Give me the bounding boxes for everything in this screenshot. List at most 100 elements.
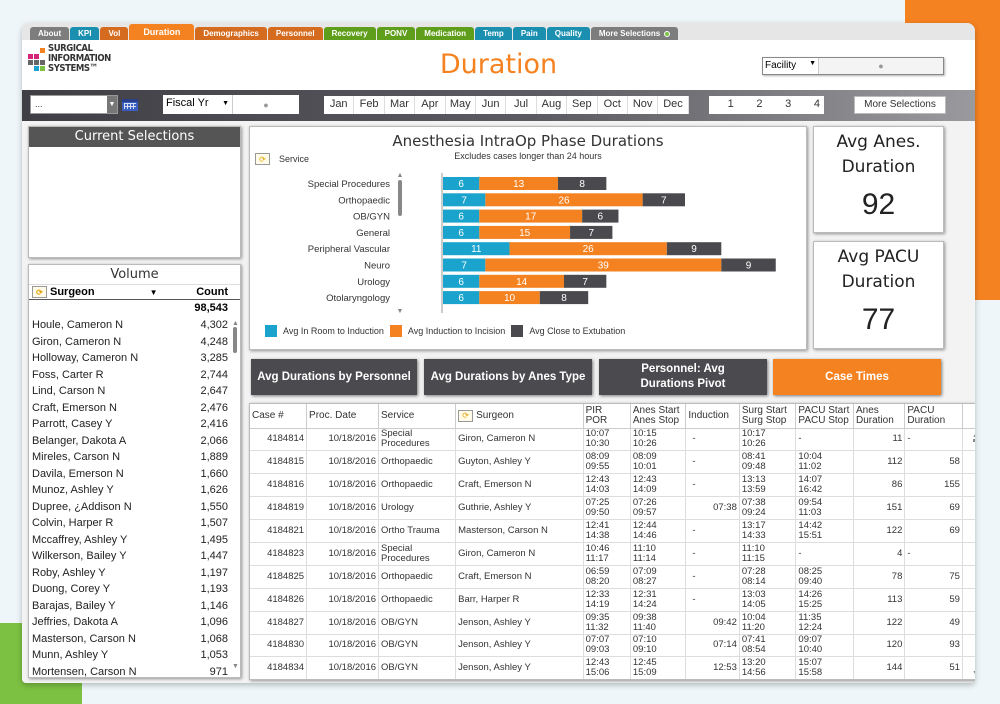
table-row[interactable]: 4184827 10/18/2016 OB/GYN Jenson, Ashley Y0… [250, 611, 975, 635]
tab-temp[interactable]: Temp [475, 27, 512, 40]
personnel-avg-durations-pivot-button[interactable]: Personnel: Avg Durations Pivot [599, 359, 767, 395]
table-row[interactable]: 4184821 10/18/2016 Ortho Trauma Masterson, … [250, 519, 975, 543]
volume-row[interactable]: Lind, Carson N 2,647 [29, 383, 240, 400]
column-header[interactable]: ⟳ Surgeon [455, 404, 584, 429]
category-label[interactable]: Orthopaedic [338, 195, 390, 206]
month-aug[interactable]: Aug [537, 96, 568, 114]
chart-scroll-down-icon[interactable]: ▼ [397, 308, 404, 315]
table-row[interactable]: 4184834 10/18/2016 OB/GYN Jenson, Ashley Y1… [250, 656, 975, 679]
dropdown-arrow-icon[interactable]: ▼ [809, 60, 816, 72]
volume-row[interactable]: Mortensen, Carson N 971 [29, 664, 240, 681]
column-header[interactable]: PIR POR [583, 404, 631, 429]
date-select[interactable]: ... ▼ [30, 95, 118, 114]
month-dec[interactable]: Dec [658, 96, 689, 114]
volume-scrollbar[interactable]: ▲ ▼ [232, 320, 239, 670]
count-column-header[interactable]: Count [196, 286, 228, 298]
scroll-up-icon[interactable]: ▲ [232, 320, 239, 327]
volume-row[interactable]: Colvin, Harper R 1,507 [29, 515, 240, 532]
category-label[interactable]: Neuro [364, 261, 390, 272]
volume-row[interactable]: Davila, Emerson N 1,660 [29, 466, 240, 483]
table-row[interactable]: 4184814 10/18/2016 Special Procedures Giron… [250, 428, 975, 452]
month-sep[interactable]: Sep [567, 96, 598, 114]
sort-arrow-icon[interactable]: ▼ [150, 288, 158, 297]
case-times-button[interactable]: Case Times [773, 359, 941, 395]
volume-row[interactable]: Wilkerson, Bailey Y 1,447 [29, 548, 240, 565]
calendar-icon[interactable] [122, 99, 138, 111]
quarter-1[interactable]: 1 [709, 96, 738, 114]
volume-row[interactable]: Masterson, Carson N 1,068 [29, 631, 240, 648]
volume-row[interactable]: Roby, Ashley Y 1,197 [29, 565, 240, 582]
month-jul[interactable]: Jul [506, 96, 537, 114]
volume-row[interactable]: Munn, Ashley Y 1,053 [29, 647, 240, 664]
column-header[interactable]: Proc. Date [306, 404, 380, 429]
tab-vol[interactable]: Vol [100, 27, 129, 40]
quarter-4[interactable]: 4 [795, 96, 824, 114]
fiscal-year-search[interactable]: ● [233, 95, 299, 114]
chart-scroll-thumb[interactable] [398, 180, 402, 216]
column-header[interactable]: Induction [685, 404, 740, 429]
dropdown-arrow-icon[interactable]: ▼ [107, 96, 117, 113]
volume-row[interactable]: Dupree, ¿Addison N 1,550 [29, 499, 240, 516]
tab-recovery[interactable]: Recovery [323, 27, 376, 40]
volume-row[interactable]: Barajas, Bailey Y 1,146 [29, 598, 240, 615]
fiscal-year-filter[interactable]: Fiscal Yr ▼ ● [163, 95, 299, 114]
tab-ponv[interactable]: PONV [376, 27, 416, 40]
facility-search[interactable]: ● [819, 58, 943, 74]
quarter-3[interactable]: 3 [767, 96, 796, 114]
tab-about[interactable]: About [30, 27, 70, 40]
volume-row[interactable]: Foss, Carter R 2,744 [29, 367, 240, 384]
volume-row[interactable]: Belanger, Dakota A 2,066 [29, 433, 240, 450]
scroll-up-icon[interactable]: ▲ [972, 432, 975, 439]
tab-kpi[interactable]: KPI [70, 27, 100, 40]
month-jan[interactable]: Jan [324, 96, 355, 114]
surgeon-column-header[interactable]: Surgeon [50, 286, 95, 298]
table-row[interactable]: 4184830 10/18/2016 OB/GYN Jenson, Ashley Y0… [250, 634, 975, 658]
volume-row[interactable]: Houle, Cameron N 4,302 [29, 317, 240, 334]
month-nov[interactable]: Nov [628, 96, 659, 114]
column-header[interactable]: Anes Start Anes Stop [630, 404, 687, 429]
scroll-thumb[interactable] [973, 439, 975, 442]
table-row[interactable]: 4184826 10/18/2016 Orthopaedic Barr, Harper… [250, 588, 975, 612]
month-oct[interactable]: Oct [598, 96, 628, 114]
tab-more-selections[interactable]: More Selections [590, 27, 679, 40]
more-selections-button[interactable]: More Selections [854, 96, 946, 114]
table-row[interactable]: 4184815 10/18/2016 Orthopaedic Guyton, Ashl… [250, 450, 975, 475]
volume-row[interactable]: Jeffries, Dakota A 1,096 [29, 614, 240, 631]
scroll-down-icon[interactable]: ▼ [972, 670, 975, 677]
cycle-dimension-icon[interactable]: ⟳ [32, 286, 47, 298]
quarter-2[interactable]: 2 [738, 96, 767, 114]
scroll-down-icon[interactable]: ▼ [232, 663, 239, 670]
month-may[interactable]: May [446, 96, 476, 114]
column-header[interactable]: Case # [250, 404, 308, 429]
category-label[interactable]: OB/GYN [353, 212, 390, 223]
chart-scroll-up-icon[interactable]: ▲ [397, 172, 404, 179]
column-header[interactable]: PACU Duration [904, 404, 963, 429]
volume-row[interactable]: Mireles, Carson N 1,889 [29, 449, 240, 466]
month-mar[interactable]: Mar [385, 96, 416, 114]
tab-duration[interactable]: Duration [129, 24, 195, 40]
volume-row[interactable]: Holloway, Cameron N 3,285 [29, 350, 240, 367]
volume-row[interactable]: Parrott, Casey Y 2,416 [29, 416, 240, 433]
volume-row[interactable]: Munoz, Ashley Y 1,626 [29, 482, 240, 499]
category-label[interactable]: General [356, 228, 390, 239]
avg-durations-by-anes-type-button[interactable]: Avg Durations by Anes Type [424, 359, 592, 395]
column-header[interactable]: Service [378, 404, 457, 429]
tab-medication[interactable]: Medication [416, 27, 475, 40]
month-feb[interactable]: Feb [354, 96, 385, 114]
month-apr[interactable]: Apr [415, 96, 446, 114]
scroll-thumb[interactable] [233, 327, 237, 353]
tab-personnel[interactable]: Personnel [267, 27, 323, 40]
tab-demographics[interactable]: Demographics [195, 27, 267, 40]
table-row[interactable]: 4184816 10/18/2016 Orthopaedic Craft, Emers… [250, 473, 975, 498]
volume-row[interactable]: Mccaffrey, Ashley Y 1,495 [29, 532, 240, 549]
table-row[interactable]: 4184825 10/18/2016 Orthopaedic Craft, Emers… [250, 565, 975, 589]
table-scrollbar[interactable]: ▲ ▼ [972, 432, 975, 677]
table-row[interactable]: 4184819 10/18/2016 Urology Guthrie, Ashley … [250, 496, 975, 521]
category-label[interactable]: Otolaryngology [326, 293, 390, 304]
tab-pain[interactable]: Pain [512, 27, 546, 40]
month-jun[interactable]: Jun [476, 96, 507, 114]
category-label[interactable]: Urology [357, 277, 390, 288]
column-header[interactable]: PACU Start PACU Stop [795, 404, 854, 429]
volume-row[interactable]: Craft, Emerson N 2,476 [29, 400, 240, 417]
category-label[interactable]: Special Procedures [308, 179, 391, 190]
